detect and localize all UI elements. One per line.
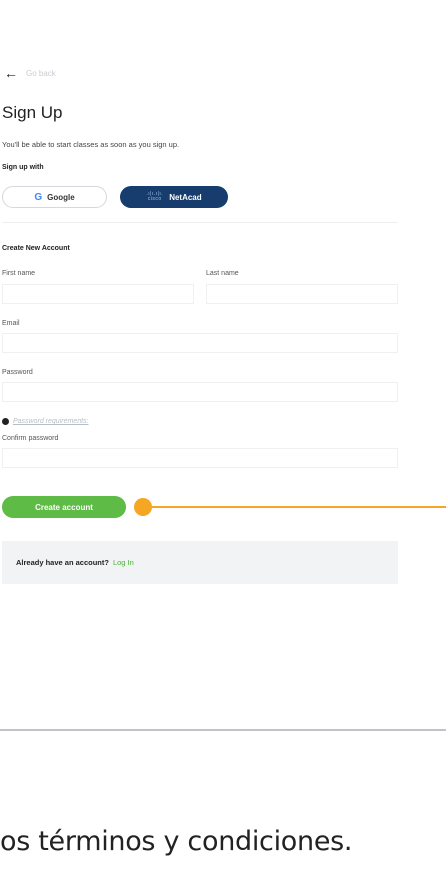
page-divider (0, 729, 446, 731)
page-title: Sign Up (2, 103, 63, 122)
first-name-label: First name (2, 270, 36, 277)
login-link[interactable]: Log In (113, 558, 134, 567)
email-label: Email (2, 320, 20, 327)
create-account-heading: Create New Account (2, 245, 70, 252)
netacad-button-label: NetAcad (169, 192, 202, 202)
page-subtitle: You'll be able to start classes as soon … (2, 140, 180, 149)
google-button-label: Google (47, 192, 75, 202)
google-signup-button[interactable]: G Google (2, 186, 107, 208)
create-account-label: Create account (35, 502, 93, 512)
login-prompt-text: Already have an account? (16, 558, 109, 567)
password-label: Password (2, 369, 33, 376)
password-requirements-row: Password requirements: (2, 418, 88, 425)
section-divider (2, 222, 398, 223)
arrow-left-icon[interactable]: ← (4, 66, 18, 80)
password-requirements-link[interactable]: Password requirements: (13, 418, 88, 425)
email-input[interactable] (2, 333, 398, 353)
cisco-icon: .ı|ı.ı|ı. cisco (146, 191, 164, 202)
password-input[interactable] (2, 382, 398, 402)
login-prompt-box: Already have an account? Log In (2, 541, 398, 584)
confirm-password-label: Confirm password (2, 435, 59, 442)
info-icon (2, 418, 9, 425)
confirm-password-input[interactable] (2, 448, 398, 468)
last-name-input[interactable] (206, 284, 398, 304)
netacad-signup-button[interactable]: .ı|ı.ı|ı. cisco NetAcad (120, 186, 228, 208)
terms-caption: os términos y condiciones. (0, 826, 353, 857)
back-label[interactable]: Go back (26, 69, 56, 78)
last-name-label: Last name (206, 270, 239, 277)
back-link[interactable]: ← Go back (4, 66, 56, 80)
create-account-button[interactable]: Create account (2, 496, 126, 518)
callout-line (148, 506, 446, 508)
signup-with-heading: Sign up with (2, 164, 44, 171)
google-icon: G (34, 191, 43, 203)
first-name-input[interactable] (2, 284, 194, 304)
